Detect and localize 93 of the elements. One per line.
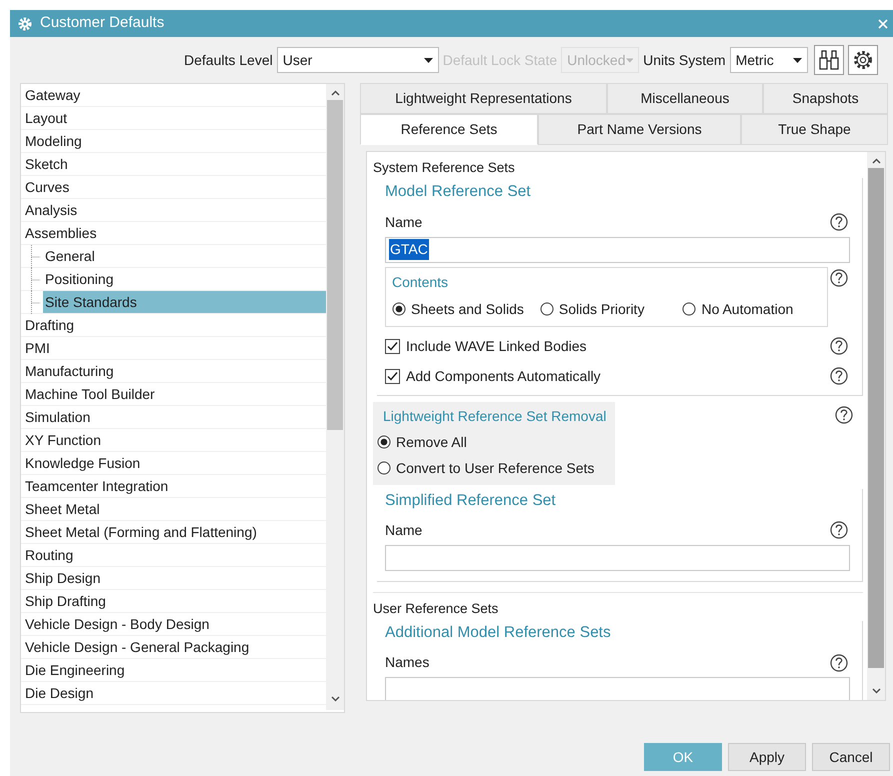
section-heading: Contents — [392, 272, 450, 292]
tree-item[interactable]: Ship Design — [21, 567, 326, 589]
option-label: No Automation — [701, 300, 794, 318]
find-button[interactable] — [814, 45, 844, 75]
scroll-down-icon[interactable] — [330, 696, 340, 702]
tree-line-icon — [31, 290, 40, 314]
tree-item[interactable]: Assemblies — [21, 222, 326, 244]
tab[interactable]: Lightweight Representations — [360, 83, 607, 114]
tree-item[interactable]: Machine Tool Builder — [21, 383, 326, 405]
tree-item[interactable]: PMI — [21, 337, 326, 359]
option-label: Convert to User Reference Sets — [396, 458, 594, 478]
help-icon[interactable] — [830, 367, 848, 385]
dropdown-caret-icon — [792, 58, 802, 62]
tree-item[interactable]: Routing — [21, 544, 326, 566]
tab[interactable]: Reference Sets — [360, 114, 538, 145]
tree-item[interactable]: Sheet Metal (Forming and Flattening) — [21, 521, 326, 543]
tree-item[interactable]: Die Engineering — [21, 659, 326, 681]
tree-item[interactable]: Die Design — [21, 682, 326, 704]
dropdown[interactable]: Metric — [730, 47, 808, 73]
tree-item[interactable]: Manufacturing — [21, 360, 326, 382]
section-heading: Lightweight Reference Set Removal — [382, 406, 608, 426]
tab[interactable]: Miscellaneous — [607, 83, 763, 114]
field-label: Defaults Level — [184, 50, 273, 70]
scroll-up-icon[interactable] — [872, 158, 880, 164]
scroll-up-icon[interactable] — [330, 90, 340, 96]
help-icon[interactable] — [830, 521, 848, 540]
tree-item[interactable]: Simulation — [21, 406, 326, 428]
help-icon[interactable] — [830, 213, 848, 231]
checkbox[interactable] — [385, 338, 400, 354]
tree-item[interactable]: Modeling — [21, 130, 326, 152]
tree-item[interactable]: Teamcenter Integration — [21, 475, 326, 497]
radio-button[interactable] — [682, 302, 696, 316]
radio-button[interactable] — [377, 461, 391, 475]
tree-item[interactable]: Sheet Metal — [21, 498, 326, 520]
dropdown-caret-icon — [424, 58, 433, 62]
tree-item[interactable]: General — [43, 245, 326, 267]
scrollbar[interactable] — [867, 152, 885, 700]
tree-item[interactable]: Curves — [21, 176, 326, 198]
binoculars-icon — [818, 49, 840, 71]
checkbox-label: Include WAVE Linked Bodies — [406, 336, 587, 356]
tab[interactable]: True Shape — [741, 114, 888, 145]
section-heading: Model Reference Set — [385, 182, 532, 202]
tree-item[interactable]: Vehicle Design - General Packaging — [21, 636, 326, 658]
dropdown: Unlocked — [561, 47, 640, 73]
settings-icon — [852, 49, 874, 71]
dialog-button[interactable]: Cancel — [812, 743, 890, 771]
tree-item[interactable]: Analysis — [21, 199, 326, 221]
dropdown-caret-icon — [626, 58, 634, 62]
tab[interactable]: Snapshots — [763, 83, 888, 114]
field-label: Name — [385, 212, 422, 232]
option-label: Remove All — [396, 432, 467, 452]
radio-button[interactable] — [392, 302, 406, 316]
tree-item[interactable]: Drafting — [21, 314, 326, 336]
field-label: Units System — [643, 50, 726, 70]
close-icon[interactable] — [878, 18, 888, 28]
section-heading: Simplified Reference Set — [385, 490, 557, 510]
dropdown[interactable]: User — [276, 47, 439, 73]
radio-button[interactable] — [377, 435, 391, 449]
dialog-button[interactable]: Apply — [728, 743, 806, 771]
option-label: Solids Priority — [558, 300, 644, 319]
help-icon[interactable] — [835, 406, 853, 424]
text-field[interactable]: GTAC — [385, 236, 850, 262]
scroll-down-icon[interactable] — [872, 688, 880, 694]
tab[interactable]: Part Name Versions — [538, 114, 741, 145]
group-title: System Reference Sets — [373, 159, 516, 177]
tree-item[interactable]: Site Standards — [43, 291, 326, 313]
tree-item[interactable]: Layout — [21, 107, 326, 129]
tree-item[interactable]: Sketch — [21, 153, 326, 175]
help-icon[interactable] — [830, 654, 848, 672]
tree-item[interactable]: Ship Drafting — [21, 590, 326, 612]
group-title: User Reference Sets — [373, 592, 863, 619]
text-field[interactable] — [385, 544, 850, 571]
text-field[interactable] — [385, 677, 850, 700]
field-label: Name — [385, 520, 422, 540]
settings-button[interactable] — [848, 45, 878, 75]
tree-item[interactable]: Vehicle Design - Body Design — [21, 613, 326, 635]
tree-line-icon — [31, 244, 40, 268]
tree-line-icon — [31, 268, 40, 290]
field-label: Names — [385, 653, 430, 672]
option-label: Sheets and Solids — [411, 300, 524, 318]
tree-item[interactable]: Knowledge Fusion — [21, 452, 326, 474]
tree-item[interactable]: Positioning — [43, 268, 326, 290]
checkbox[interactable] — [385, 368, 400, 384]
section-heading: Additional Model Reference Sets — [385, 623, 612, 643]
checkbox-label: Add Components Automatically — [406, 366, 601, 386]
help-icon[interactable] — [830, 337, 848, 355]
radio-button[interactable] — [540, 302, 554, 316]
help-icon[interactable] — [830, 268, 848, 286]
tree-item[interactable]: XY Function — [21, 429, 326, 451]
scrollbar[interactable] — [326, 84, 344, 710]
tree-item[interactable]: Gateway — [21, 84, 326, 106]
window-title: Customer Defaults — [40, 13, 164, 34]
gear-icon — [18, 16, 32, 30]
